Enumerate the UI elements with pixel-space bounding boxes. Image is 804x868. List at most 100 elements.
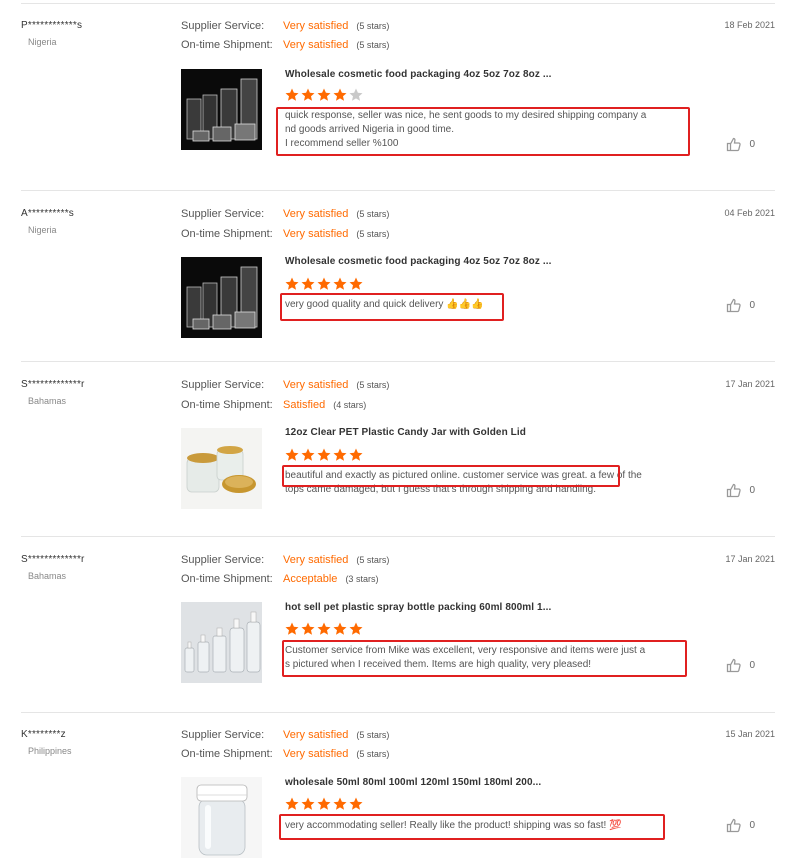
product-thumbnail[interactable] [181, 428, 262, 509]
comment-highlight-box [276, 107, 690, 156]
supplier-service-rating: Supplier Service: Very satisfied (5 stars) [181, 554, 389, 566]
star-filled-icon [333, 88, 347, 101]
on-time-shipment-stars: (3 stars) [345, 574, 379, 584]
buyer-country: Nigeria [28, 225, 57, 235]
review-date: 18 Feb 2021 [724, 20, 775, 30]
buyer-name: S*************r [21, 379, 85, 390]
supplier-service-value: Very satisfied [283, 554, 349, 566]
review-divider [21, 536, 775, 537]
product-title-link[interactable]: Wholesale cosmetic food packaging 4oz 5o… [285, 69, 551, 80]
star-empty-icon [349, 88, 363, 101]
star-filled-icon [333, 622, 347, 635]
on-time-shipment-stars: (4 stars) [333, 400, 367, 410]
thumbs-up-icon [727, 137, 742, 152]
product-star-rating [285, 797, 363, 811]
on-time-shipment-stars: (5 stars) [356, 40, 390, 50]
supplier-service-stars: (5 stars) [356, 21, 390, 31]
buyer-name: P************s [21, 20, 83, 31]
thumbs-up-icon [727, 818, 742, 833]
supplier-service-label: Supplier Service: [181, 208, 265, 220]
product-star-rating [285, 277, 363, 291]
supplier-service-value: Very satisfied [283, 20, 349, 32]
comment-highlight-box [282, 465, 620, 487]
star-filled-icon [301, 277, 315, 290]
product-thumbnail[interactable] [181, 602, 262, 683]
star-filled-icon [317, 622, 331, 635]
buyer-name: A**********s [21, 208, 74, 219]
helpful-button[interactable]: 0 [726, 658, 755, 673]
helpful-count: 0 [749, 300, 755, 311]
supplier-service-value: Very satisfied [283, 208, 349, 220]
thumbs-up-icon [727, 298, 742, 313]
supplier-service-stars: (5 stars) [356, 730, 390, 740]
star-filled-icon [349, 448, 363, 461]
on-time-shipment-label: On-time Shipment: [181, 39, 273, 51]
on-time-shipment-value: Very satisfied [283, 39, 349, 51]
review-date: 17 Jan 2021 [725, 379, 775, 389]
review-date: 04 Feb 2021 [724, 208, 775, 218]
supplier-service-stars: (5 stars) [356, 380, 390, 390]
star-filled-icon [317, 448, 331, 461]
star-filled-icon [301, 797, 315, 810]
star-filled-icon [333, 277, 347, 290]
product-thumbnail[interactable] [181, 69, 262, 150]
comment-highlight-box [279, 814, 665, 840]
on-time-shipment-label: On-time Shipment: [181, 399, 273, 411]
star-filled-icon [333, 797, 347, 810]
star-filled-icon [317, 88, 331, 101]
supplier-service-label: Supplier Service: [181, 20, 265, 32]
star-filled-icon [349, 797, 363, 810]
buyer-country: Philippines [28, 746, 72, 756]
thumbs-up-icon [727, 658, 742, 673]
supplier-service-value: Very satisfied [283, 379, 349, 391]
supplier-service-rating: Supplier Service: Very satisfied (5 stars) [181, 379, 389, 391]
star-filled-icon [285, 797, 299, 810]
supplier-service-stars: (5 stars) [356, 555, 390, 565]
on-time-shipment-rating: On-time Shipment: Satisfied (4 stars) [181, 399, 366, 411]
supplier-service-rating: Supplier Service: Very satisfied (5 stars) [181, 208, 389, 220]
helpful-button[interactable]: 0 [726, 818, 755, 833]
on-time-shipment-value: Acceptable [283, 573, 338, 585]
helpful-count: 0 [749, 139, 755, 150]
supplier-service-rating: Supplier Service: Very satisfied (5 stars) [181, 20, 389, 32]
product-title-link[interactable]: wholesale 50ml 80ml 100ml 120ml 150ml 18… [285, 777, 541, 788]
on-time-shipment-stars: (5 stars) [356, 229, 390, 239]
star-filled-icon [301, 622, 315, 635]
helpful-count: 0 [749, 485, 755, 496]
top-divider [21, 3, 775, 4]
product-thumbnail[interactable] [181, 777, 262, 858]
buyer-name: K********z [21, 729, 66, 740]
star-filled-icon [285, 622, 299, 635]
product-title-link[interactable]: Wholesale cosmetic food packaging 4oz 5o… [285, 256, 551, 267]
product-title-link[interactable]: 12oz Clear PET Plastic Candy Jar with Go… [285, 427, 526, 438]
star-filled-icon [317, 277, 331, 290]
helpful-count: 0 [749, 660, 755, 671]
review-date: 17 Jan 2021 [725, 554, 775, 564]
on-time-shipment-value: Satisfied [283, 399, 326, 411]
helpful-button[interactable]: 0 [726, 137, 755, 152]
on-time-shipment-label: On-time Shipment: [181, 573, 273, 585]
star-filled-icon [285, 448, 299, 461]
supplier-service-label: Supplier Service: [181, 554, 265, 566]
review-divider [21, 190, 775, 191]
supplier-service-label: Supplier Service: [181, 379, 265, 391]
on-time-shipment-stars: (5 stars) [356, 749, 390, 759]
thumbs-up-icon [727, 483, 742, 498]
on-time-shipment-label: On-time Shipment: [181, 228, 273, 240]
product-thumbnail[interactable] [181, 257, 262, 338]
supplier-service-rating: Supplier Service: Very satisfied (5 stars) [181, 729, 389, 741]
helpful-button[interactable]: 0 [726, 483, 755, 498]
product-title-link[interactable]: hot sell pet plastic spray bottle packin… [285, 602, 551, 613]
supplier-service-stars: (5 stars) [356, 209, 390, 219]
on-time-shipment-rating: On-time Shipment: Acceptable (3 stars) [181, 573, 378, 585]
supplier-service-value: Very satisfied [283, 729, 349, 741]
review-divider [21, 712, 775, 713]
star-filled-icon [349, 622, 363, 635]
buyer-country: Bahamas [28, 571, 67, 581]
on-time-shipment-rating: On-time Shipment: Very satisfied (5 stars) [181, 39, 389, 51]
star-filled-icon [285, 277, 299, 290]
on-time-shipment-label: On-time Shipment: [181, 748, 273, 760]
helpful-button[interactable]: 0 [726, 298, 755, 313]
review-date: 15 Jan 2021 [725, 729, 775, 739]
star-filled-icon [301, 448, 315, 461]
